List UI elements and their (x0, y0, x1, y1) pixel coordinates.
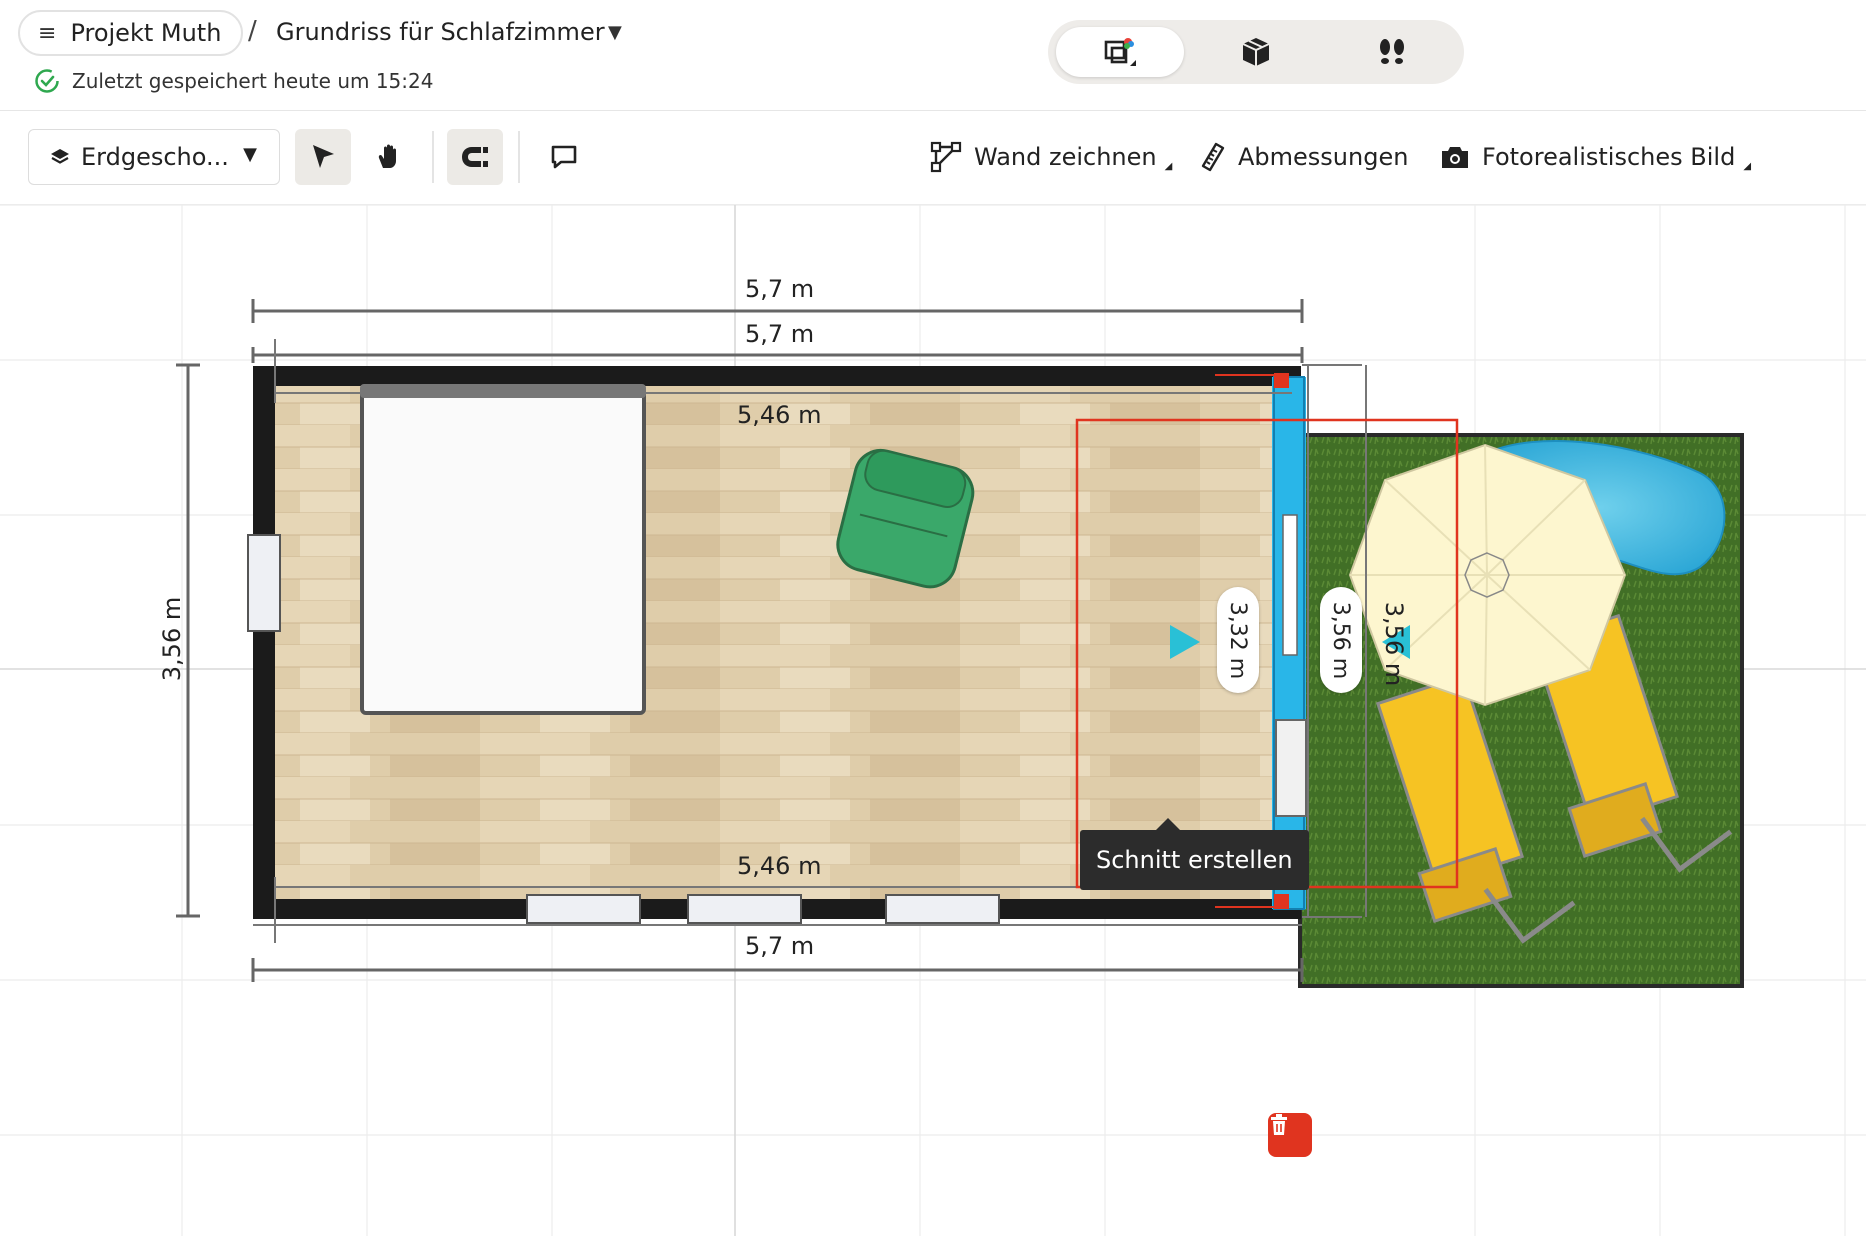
dimensions-button[interactable]: Abmessungen (1200, 135, 1408, 179)
dimensions-label: Abmessungen (1238, 143, 1409, 171)
dimension-wall-outer-pill[interactable]: 3,56 m (1320, 587, 1362, 693)
project-menu-button[interactable]: ≡ Projekt Muth (18, 10, 244, 56)
floor-plan-canvas[interactable]: 5,7 m 5,7 m 5,46 m 5,46 m 5,7 m 3,56 m 3… (0, 205, 1866, 1236)
dimension-wall-outer: 3,56 m (1328, 601, 1354, 679)
project-name: Projekt Muth (70, 19, 222, 47)
snap-magnet-button[interactable] (447, 129, 503, 185)
saved-check-icon (35, 69, 59, 93)
dimension-wall-inner: 3,32 m (1225, 601, 1251, 679)
dimension-wall-far: 3,56 m (1380, 601, 1409, 687)
breadcrumb-separator: / (248, 16, 257, 46)
hand-icon (378, 144, 396, 168)
footprints-icon (1380, 39, 1404, 64)
dimension-inner-top: 5,7 m (745, 320, 815, 348)
create-cut-tooltip-label: Schnitt erstellen (1096, 846, 1293, 874)
plan-title[interactable]: Grundriss für Schlafzimmer (276, 18, 605, 46)
photo-render-button[interactable]: Fotorealistisches Bild ◢ (1440, 135, 1751, 179)
editor-toolbar: Erdgescho... ▼ Wand zeichnen ◢ Abmessung… (0, 111, 1866, 205)
floor-plan-drawing (0, 205, 1866, 1236)
chevron-down-icon: ▼ (243, 144, 257, 165)
walkthrough-button[interactable] (1328, 27, 1456, 77)
layers-icon (51, 149, 69, 164)
camera-icon (1442, 147, 1468, 168)
dimension-room-bottom: 5,46 m (737, 852, 822, 880)
select-tool-button[interactable] (295, 129, 351, 185)
toolbar-divider (518, 131, 520, 183)
3d-view-button[interactable] (1192, 27, 1320, 77)
dimension-room-top: 5,46 m (737, 401, 822, 429)
comment-icon (551, 145, 577, 169)
draw-wall-label: Wand zeichnen (974, 143, 1157, 171)
submenu-corner-icon: ◢ (1164, 160, 1173, 172)
toolbar-divider (432, 131, 434, 183)
saved-status-text: Zuletzt gespeichert heute um 15:24 (72, 69, 434, 93)
dimension-left-height: 3,56 m (158, 596, 187, 682)
ruler-icon (1201, 142, 1225, 172)
chevron-down-icon[interactable]: ▼ (608, 22, 622, 43)
create-cut-tooltip[interactable]: Schnitt erstellen (1080, 818, 1309, 890)
draw-wall-icon (930, 141, 962, 173)
view-mode-switch (1048, 20, 1464, 84)
dimension-outer-top: 5,7 m (745, 275, 815, 303)
menu-icon: ≡ (38, 20, 57, 46)
comment-tool-button[interactable] (536, 129, 592, 185)
pan-tool-button[interactable] (361, 129, 417, 185)
pointer-icon (313, 145, 334, 168)
delete-wall-button[interactable] (1268, 1113, 1312, 1157)
2d-view-icon (1104, 38, 1136, 66)
trash-icon (1271, 1114, 1287, 1135)
photo-render-label: Fotorealistisches Bild (1482, 143, 1736, 171)
3d-view-icon (1242, 38, 1270, 66)
floor-select[interactable]: Erdgescho... ▼ (28, 129, 280, 185)
save-status: Zuletzt gespeichert heute um 15:24 (34, 68, 433, 94)
magnet-icon (462, 147, 488, 167)
dimension-outer-bottom: 5,7 m (745, 932, 815, 960)
app-header: ≡ Projekt Muth / Grundriss für Schlafzim… (0, 0, 1866, 111)
dimension-wall-inner-pill[interactable]: 3,32 m (1217, 587, 1259, 693)
draw-wall-button[interactable]: Wand zeichnen ◢ (930, 135, 1172, 179)
submenu-corner-icon: ◢ (1743, 160, 1752, 172)
floor-select-value: Erdgescho... (81, 143, 229, 171)
2d-view-button[interactable] (1056, 27, 1184, 77)
